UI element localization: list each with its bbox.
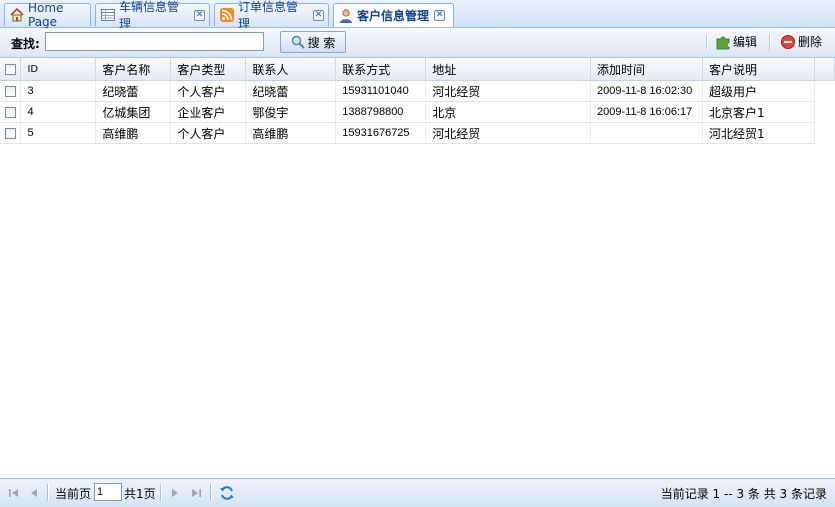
toolbar-separator xyxy=(769,34,771,50)
table-row[interactable]: 3 纪晓蕾 个人客户 纪晓蕾 15931101040 河北经贸 2009-11-… xyxy=(0,80,835,102)
column-header-type[interactable]: 客户类型 xyxy=(170,58,247,81)
cell-filler xyxy=(814,123,834,144)
cell-type: 企业客户 xyxy=(170,101,247,123)
toolbar: 查找: 搜 索 编辑 删除 xyxy=(0,28,835,58)
edit-button[interactable]: 编辑 xyxy=(715,33,757,50)
column-header-address[interactable]: 地址 xyxy=(425,58,592,81)
search-button-label: 搜 索 xyxy=(307,35,336,50)
search-icon xyxy=(291,35,305,49)
record-info: 当前记录 1 -- 3 条 共 3 条记录 xyxy=(660,487,827,501)
cell-id: 4 xyxy=(20,101,97,123)
page-number-input[interactable] xyxy=(94,483,122,501)
delete-icon xyxy=(781,34,795,49)
select-all-checkbox[interactable] xyxy=(4,64,16,75)
search-label: 查找: xyxy=(11,37,40,51)
pager-separator xyxy=(210,484,212,501)
tab-home-page[interactable]: Home Page xyxy=(4,1,91,29)
cell-added: 2009-11-8 16:02:30 xyxy=(590,80,704,102)
cell-phone: 15931676725 xyxy=(335,122,427,144)
tab-order-info[interactable]: 订单信息管理 ✕ xyxy=(214,0,329,31)
cell-id: 5 xyxy=(20,122,97,144)
search-input[interactable] xyxy=(45,32,264,51)
prev-page-icon[interactable] xyxy=(27,486,41,500)
cell-type: 个人客户 xyxy=(170,80,247,102)
cell-contact: 高维鹏 xyxy=(245,122,337,144)
delete-button-label: 删除 xyxy=(798,35,823,49)
table-icon xyxy=(101,9,115,21)
cell-note: 超级用户 xyxy=(702,80,815,102)
column-header-added[interactable]: 添加时间 xyxy=(590,58,704,81)
cell-address: 河北经贸 xyxy=(425,80,592,102)
total-pages-label: 共1页 xyxy=(124,487,156,501)
tab-label: 客户信息管理 xyxy=(357,9,430,23)
cell-id: 3 xyxy=(20,80,97,102)
close-icon[interactable]: ✕ xyxy=(434,10,446,21)
close-icon[interactable]: ✕ xyxy=(194,9,205,21)
column-header-filler xyxy=(814,58,835,81)
cell-contact: 纪晓蕾 xyxy=(245,80,337,102)
row-checkbox-cell[interactable] xyxy=(0,122,22,144)
cell-name: 高维鹏 xyxy=(95,122,172,144)
user-icon xyxy=(340,8,352,23)
table-row[interactable]: 4 亿城集团 企业客户 鄂俊宇 1388798800 北京 2009-11-8 … xyxy=(0,101,835,123)
search-button[interactable]: 搜 索 xyxy=(280,31,346,53)
column-header-name[interactable]: 客户名称 xyxy=(95,58,172,81)
cell-name: 亿城集团 xyxy=(95,101,172,123)
column-header-id[interactable]: ID xyxy=(20,58,97,81)
cell-address: 河北经贸 xyxy=(425,122,592,144)
current-page-label: 当前页 xyxy=(55,487,92,501)
customer-table: ID 客户名称 客户类型 联系人 联系方式 地址 添加时间 客户说明 3 纪晓蕾… xyxy=(0,58,835,144)
tab-customer-info[interactable]: 客户信息管理 ✕ xyxy=(333,3,454,27)
edit-button-label: 编辑 xyxy=(733,35,758,49)
home-icon xyxy=(10,7,24,22)
toolbar-separator xyxy=(706,34,708,50)
row-checkbox-cell[interactable] xyxy=(0,101,22,123)
row-checkbox[interactable] xyxy=(4,86,16,97)
cell-note: 河北经贸1 xyxy=(702,122,815,144)
cell-added: 2009-11-8 16:06:17 xyxy=(590,101,704,123)
tab-strip: Home Page 车辆信息管理 ✕ 订单信息管理 ✕ 客户信息管理 ✕ xyxy=(0,0,835,31)
cell-note: 北京客户1 xyxy=(702,101,815,123)
column-header-phone[interactable]: 联系方式 xyxy=(335,58,427,81)
cell-name: 纪晓蕾 xyxy=(95,80,172,102)
next-page-icon[interactable] xyxy=(168,486,182,500)
pager-separator xyxy=(47,484,49,501)
row-checkbox[interactable] xyxy=(4,107,16,118)
customer-grid: ID 客户名称 客户类型 联系人 联系方式 地址 添加时间 客户说明 3 纪晓蕾… xyxy=(0,58,835,144)
pager-separator xyxy=(160,484,162,501)
refresh-icon[interactable] xyxy=(219,485,235,501)
cell-phone: 1388798800 xyxy=(335,101,427,123)
rss-icon xyxy=(220,8,234,22)
row-checkbox[interactable] xyxy=(4,128,16,139)
pagination-bar: 当前页 共1页 当前记录 1 -- 3 条 共 3 条记录 xyxy=(0,478,835,507)
cell-type: 个人客户 xyxy=(170,122,247,144)
cell-address: 北京 xyxy=(425,101,592,123)
last-page-icon[interactable] xyxy=(189,486,203,500)
table-row[interactable]: 5 高维鹏 个人客户 高维鹏 15931676725 河北经贸 河北经贸1 xyxy=(0,122,835,144)
row-checkbox-cell[interactable] xyxy=(0,80,22,102)
tab-label: Home Page xyxy=(28,1,64,29)
select-all-cell[interactable] xyxy=(0,58,22,81)
first-page-icon[interactable] xyxy=(7,486,21,500)
column-header-note[interactable]: 客户说明 xyxy=(702,58,815,81)
delete-button[interactable]: 删除 xyxy=(780,33,822,50)
grid-header-row: ID 客户名称 客户类型 联系人 联系方式 地址 添加时间 客户说明 xyxy=(0,58,835,81)
cell-added xyxy=(590,122,704,144)
cell-phone: 15931101040 xyxy=(335,80,427,102)
puzzle-icon xyxy=(716,36,730,49)
close-icon[interactable]: ✕ xyxy=(313,9,324,21)
cell-filler xyxy=(814,102,834,123)
tab-vehicle-info[interactable]: 车辆信息管理 ✕ xyxy=(95,0,210,31)
column-header-contact[interactable]: 联系人 xyxy=(245,58,337,81)
cell-contact: 鄂俊宇 xyxy=(245,101,337,123)
cell-filler xyxy=(814,81,834,102)
